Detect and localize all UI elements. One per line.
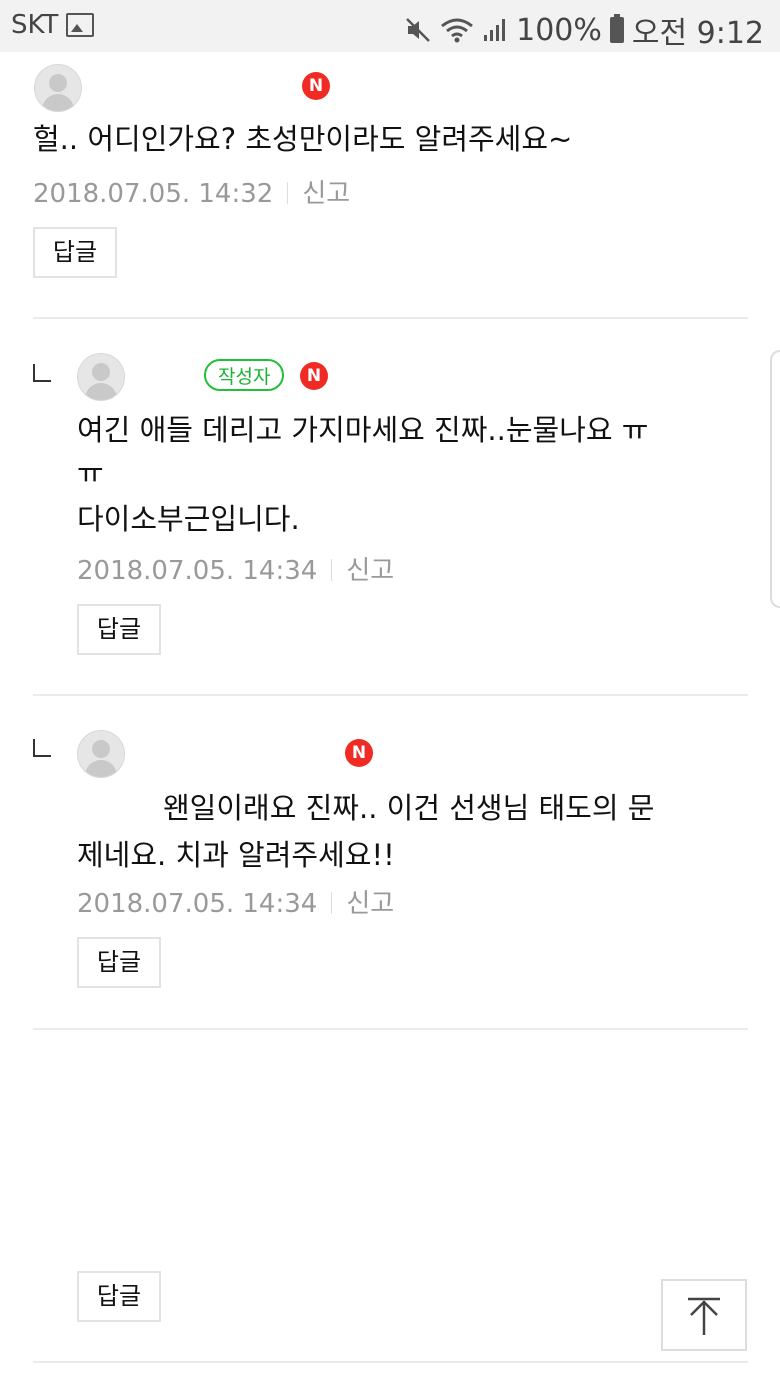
divider [33,317,748,319]
report-link[interactable]: 신고 [346,556,394,586]
report-link[interactable]: 신고 [302,179,350,209]
divider [33,694,748,696]
scroll-to-top-button[interactable] [661,1279,747,1351]
battery-icon [609,14,624,43]
meta-separator [331,559,333,581]
comment-text-line: ㅠ [77,456,104,490]
status-bar: SKT 100% 오전 9:12 [0,0,780,52]
comment-text: 헐.. 어디인가요? 초성만이라도 알려주세요~ [33,122,573,156]
new-badge: N [345,739,373,767]
avatar[interactable] [34,64,82,112]
reply-button[interactable]: 답글 [77,937,161,988]
avatar[interactable] [77,730,125,778]
mute-icon [406,18,430,42]
comment-date: 2018.07.05. 14:34 [77,889,318,919]
signal-icon [484,19,506,41]
comment-text-line: 여긴 애들 데리고 가지마세요 진짜..눈물나요 ㅠ [77,413,649,447]
comment-item: 작성자 N 여긴 애들 데리고 가지마세요 진짜..눈물나요 ㅠ ㅠ 다이소부근… [0,322,780,697]
report-link[interactable]: 신고 [346,889,394,919]
reply-button[interactable]: 답글 [77,1271,161,1322]
reply-indent-icon [33,739,51,757]
new-badge: N [302,72,330,100]
divider [33,1361,748,1363]
battery-percent: 100% [516,12,602,48]
comment-text-line: 제네요. 치과 알려주세요!! [77,838,395,872]
carrier-label: SKT [11,10,59,40]
new-badge: N [300,362,328,390]
wifi-icon [441,18,474,43]
reply-button[interactable]: 답글 [77,604,161,655]
author-badge: 작성자 [204,359,285,391]
meta-separator [287,182,289,204]
comment-meta: 2018.07.05. 14:32 신고 [33,173,350,210]
scrollbar[interactable] [770,350,780,608]
comment-meta: 2018.07.05. 14:34 신고 [77,550,394,587]
meta-separator [331,892,333,914]
comment-item: N 왠일이래요 진짜.. 이건 선생님 태도의 문 제네요. 치과 알려주세요!… [0,697,780,1030]
comment-item: N 헐.. 어디인가요? 초성만이라도 알려주세요~ 2018.07.05. 1… [0,52,780,322]
reply-indent-icon [33,364,51,382]
comment-date: 2018.07.05. 14:34 [77,556,318,586]
avatar[interactable] [77,353,125,401]
clock: 오전 9:12 [631,16,764,51]
comment-meta: 2018.07.05. 14:34 신고 [77,883,394,920]
image-icon [66,13,95,37]
arrow-up-icon [688,1297,720,1335]
comment-text-line: 왠일이래요 진짜.. 이건 선생님 태도의 문 [163,791,655,825]
comment-text-line: 다이소부근입니다. [77,502,300,536]
reply-button[interactable]: 답글 [33,227,117,278]
comment-date: 2018.07.05. 14:32 [33,179,274,209]
